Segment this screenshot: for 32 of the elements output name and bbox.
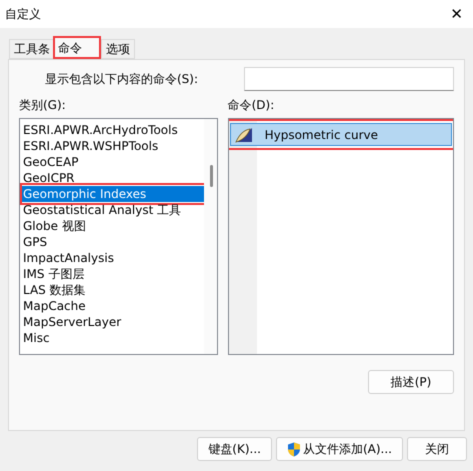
list-item[interactable]: GeoICPR <box>20 170 204 186</box>
list-item[interactable]: ESRI.APWR.WSHPTools <box>20 138 204 154</box>
list-item[interactable]: Geomorphic Indexes <box>20 186 204 202</box>
shield-icon <box>286 442 301 456</box>
list-item[interactable]: GeoCEAP <box>20 154 204 170</box>
search-label: 显示包含以下内容的命令(S): <box>45 70 198 88</box>
category-label: 类别(G): <box>19 97 67 114</box>
dialog-button[interactable]: 关闭 <box>407 437 467 461</box>
list-item[interactable]: Geostatistical Analyst 工具 <box>20 202 204 218</box>
tab[interactable]: 工具条 <box>9 39 55 59</box>
list-item[interactable]: LAS 数据集 <box>20 282 204 298</box>
list-item[interactable]: GPS <box>20 234 204 250</box>
scroll-thumb[interactable] <box>210 165 213 187</box>
list-item[interactable]: Misc <box>20 330 204 346</box>
tab[interactable]: 选项 <box>101 39 135 59</box>
command-label: 命令(D): <box>228 97 276 114</box>
list-item[interactable]: IMS 子图层 <box>20 266 204 282</box>
list-item[interactable]: MapCache <box>20 298 204 314</box>
window-title: 自定义 <box>5 6 41 22</box>
close-button[interactable]: ✕ <box>446 5 467 23</box>
describe-button[interactable]: 描述(P) <box>368 370 454 394</box>
list-item[interactable]: ESRI.APWR.ArcHydroTools <box>20 122 204 138</box>
dialog-button[interactable]: 从文件添加(A)... <box>276 437 403 461</box>
tab[interactable]: 命令 <box>53 36 101 59</box>
list-item[interactable]: ImpactAnalysis <box>20 250 204 266</box>
search-field[interactable] <box>244 67 454 91</box>
curve-tool-icon <box>234 126 253 142</box>
list-item[interactable]: MapServerLayer <box>20 314 204 330</box>
list-item[interactable]: Globe 视图 <box>20 218 204 234</box>
dialog-button[interactable]: 键盘(K)... <box>197 437 272 461</box>
scrollbar[interactable] <box>204 119 217 354</box>
command-item[interactable]: Hypsometric curve <box>230 123 452 146</box>
